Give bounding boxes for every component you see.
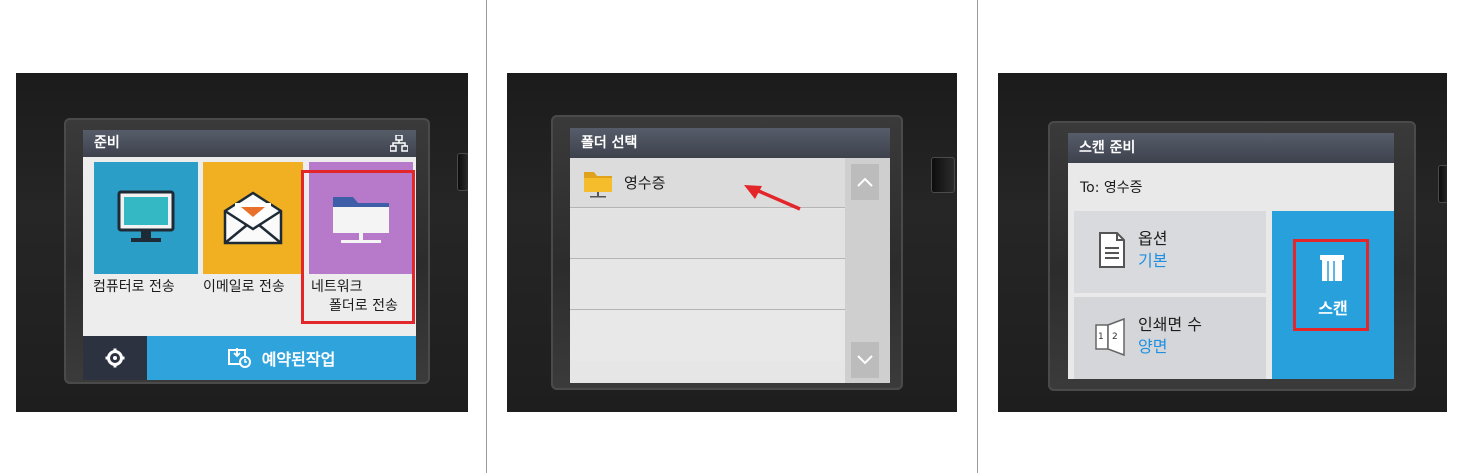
duplex-pages-icon: 1 2 — [1095, 317, 1125, 357]
screen-title-bar: 폴더 선택 — [570, 128, 890, 158]
options-label: 옵션 — [1138, 229, 1168, 248]
send-to-email-tile[interactable] — [203, 162, 303, 274]
options-value: 기본 — [1138, 251, 1168, 270]
red-arrow-annotation — [744, 185, 801, 211]
scroll-track — [845, 158, 890, 383]
print-sides-label: 인쇄면 수 — [1138, 315, 1202, 334]
send-to-email-label: 이메일로 전송 — [203, 279, 285, 295]
svg-text:1: 1 — [1098, 332, 1104, 342]
empty-list-row — [570, 260, 845, 310]
screen-title-bar: 준비 — [83, 130, 416, 157]
destination-label: To: 영수증 — [1080, 180, 1143, 196]
computer-monitor-icon — [117, 190, 175, 242]
screen-title: 스캔 준비 — [1079, 140, 1136, 156]
settings-button[interactable] — [83, 336, 147, 380]
panel-divider — [486, 0, 487, 473]
email-envelope-icon — [223, 191, 283, 245]
folder-icon — [584, 172, 612, 198]
hardware-side-button — [1438, 165, 1447, 203]
tutorial-figure: 준비 컴퓨터로 전송 이메일로 전송 네트워크 폴더로 전송 예약된작업 폴더 … — [0, 0, 1464, 473]
print-sides-value: 양면 — [1138, 337, 1168, 356]
screen-title-bar: 스캔 준비 — [1068, 133, 1394, 163]
printer-photo-folder-select: 폴더 선택 영수증 — [507, 73, 957, 412]
options-button[interactable]: 옵션 기본 — [1074, 211, 1266, 293]
highlight-box-scan-button — [1293, 239, 1369, 331]
highlight-box-network-folder — [301, 170, 415, 324]
folder-select-screen: 폴더 선택 영수증 — [570, 128, 890, 383]
svg-text:2: 2 — [1112, 332, 1118, 342]
scheduled-jobs-button[interactable]: 예약된작업 — [147, 336, 416, 380]
folder-name: 영수증 — [624, 174, 666, 192]
document-icon — [1099, 232, 1125, 268]
screen-title: 폴더 선택 — [581, 135, 638, 151]
chevron-down-icon — [857, 355, 873, 365]
send-to-computer-tile[interactable] — [94, 162, 198, 274]
gear-icon — [105, 348, 125, 368]
scroll-down-button[interactable] — [851, 342, 879, 378]
scheduled-jobs-icon — [227, 348, 251, 368]
network-status-icon — [390, 135, 408, 152]
chevron-up-icon — [857, 177, 873, 187]
send-to-computer-label: 컴퓨터로 전송 — [93, 279, 175, 295]
scroll-up-button[interactable] — [851, 164, 879, 200]
hardware-side-button — [457, 153, 468, 191]
hardware-side-button — [931, 157, 955, 193]
screen-title: 준비 — [94, 135, 120, 151]
print-sides-button[interactable]: 1 2 인쇄면 수 양면 — [1074, 297, 1266, 379]
empty-list-row — [570, 209, 845, 259]
bottom-action-bar: 예약된작업 — [83, 336, 416, 380]
empty-list-row — [570, 311, 845, 361]
printer-photo-scan-ready: 스캔 준비 To: 영수증 옵션 기본 1 2 인쇄면 수 양면 스캔 — [998, 73, 1447, 412]
scheduled-jobs-label: 예약된작업 — [261, 350, 336, 369]
printer-photo-home: 준비 컴퓨터로 전송 이메일로 전송 네트워크 폴더로 전송 예약된작업 — [16, 73, 468, 412]
panel-divider — [977, 0, 978, 473]
